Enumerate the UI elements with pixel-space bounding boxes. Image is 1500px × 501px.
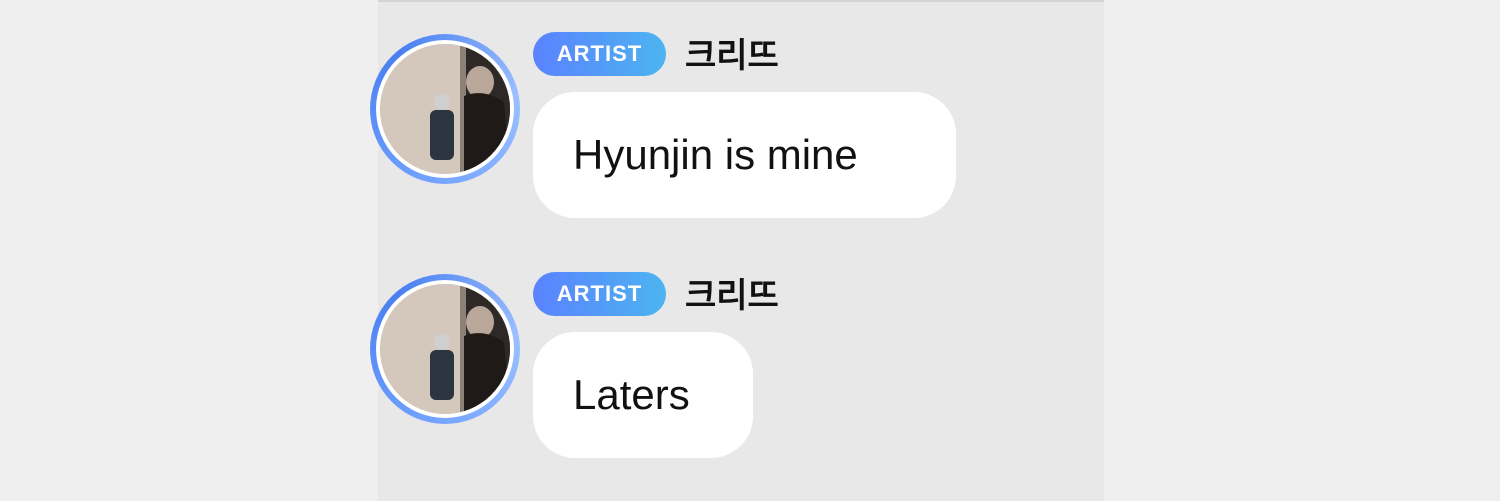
chat-message: ARTIST 크리뜨 Hyunjin is mine — [370, 30, 1070, 230]
message-text: Laters — [573, 371, 690, 418]
avatar-photo — [380, 44, 510, 174]
avatar-photo — [380, 284, 510, 414]
avatar-ring-inner — [376, 40, 514, 178]
top-divider — [378, 0, 1104, 2]
artist-badge: ARTIST — [533, 272, 666, 316]
avatar-ring-inner — [376, 280, 514, 418]
sender-name[interactable]: 크리뜨 — [685, 34, 779, 78]
message-text: Hyunjin is mine — [573, 131, 858, 178]
chat-message: ARTIST 크리뜨 Laters — [370, 270, 1070, 470]
artist-avatar[interactable] — [370, 274, 520, 424]
sender-name[interactable]: 크리뜨 — [685, 274, 779, 318]
artist-avatar[interactable] — [370, 34, 520, 184]
message-bubble[interactable]: Hyunjin is mine — [533, 92, 956, 218]
message-bubble[interactable]: Laters — [533, 332, 753, 458]
artist-badge: ARTIST — [533, 32, 666, 76]
